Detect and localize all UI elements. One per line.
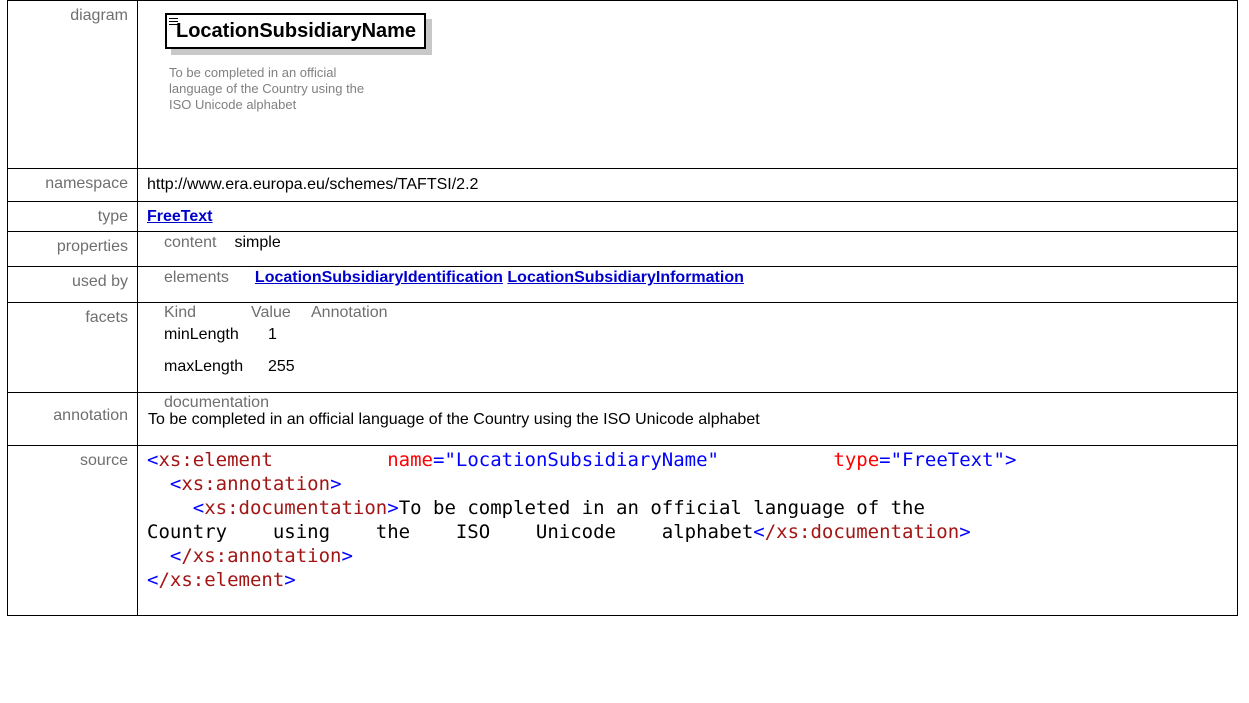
facet-row: maxLength 255	[164, 357, 1228, 377]
properties-key: content	[164, 234, 217, 251]
diagram-cell: LocationSubsidiaryName To be completed i…	[137, 0, 1238, 169]
source-tag: xs:documentation	[204, 497, 388, 519]
used-by-key: elements	[164, 269, 229, 286]
label-annotation: annotation	[7, 392, 138, 446]
facets-header: Kind Value Annotation	[164, 305, 1228, 321]
facets-header-value: Value	[251, 304, 291, 321]
label-type: type	[7, 201, 138, 232]
facets-table: Kind Value Annotation minLength 1 maxLen…	[164, 305, 1228, 377]
used-by-row: elements LocationSubsidiaryIdentificatio…	[164, 269, 1228, 287]
source-attr: type	[833, 449, 880, 471]
label-facets: facets	[7, 302, 138, 393]
row-properties: properties content simple	[7, 231, 1238, 267]
row-annotation: annotation documentation To be completed…	[7, 392, 1238, 446]
element-box[interactable]: LocationSubsidiaryName	[165, 13, 427, 49]
diagram-doc-line: language of the Country using the	[169, 81, 365, 96]
row-source: source <xs:element name="LocationSubsidi…	[7, 445, 1238, 616]
source-tag: xs:element	[158, 449, 273, 471]
properties-value: simple	[234, 234, 281, 251]
row-type: type FreeText	[7, 201, 1238, 232]
facet-kind: maxLength	[164, 358, 244, 375]
used-by-link-information[interactable]: LocationSubsidiaryInformation	[507, 269, 743, 286]
row-diagram: diagram LocationSubsidiaryName To be com…	[7, 0, 1238, 169]
diagram-doc-line: To be completed in an official	[169, 65, 337, 80]
label-namespace: namespace	[7, 168, 138, 202]
source-tag: /xs:element	[158, 569, 285, 591]
label-source: source	[7, 445, 138, 616]
element-diagram: LocationSubsidiaryName To be completed i…	[165, 13, 1228, 113]
label-used-by: used by	[7, 266, 138, 303]
facets-header-kind: Kind	[164, 304, 197, 321]
label-properties: properties	[7, 231, 138, 267]
source-tag: /xs:annotation	[181, 545, 342, 567]
source-tag: /xs:documentation	[764, 521, 960, 543]
diagram-doc-line: ISO Unicode alphabet	[169, 97, 297, 112]
source-tag: xs:annotation	[181, 473, 331, 495]
source-text: To be completed in an official language …	[398, 497, 925, 519]
source-attr-value: "FreeText"	[890, 449, 1005, 471]
facets-header-annotation: Annotation	[311, 304, 388, 321]
row-used-by: used by elements LocationSubsidiaryIdent…	[7, 266, 1238, 303]
row-facets: facets Kind Value Annotation minLength 1…	[7, 302, 1238, 393]
annotation-text: To be completed in an official language …	[148, 411, 760, 428]
row-namespace: namespace http://www.era.europa.eu/schem…	[7, 168, 1238, 202]
label-diagram: diagram	[7, 0, 138, 169]
facet-kind: minLength	[164, 326, 239, 343]
facet-value: 255	[268, 358, 295, 375]
source-code: <xs:element name="LocationSubsidiaryName…	[147, 449, 1017, 591]
type-link-freetext[interactable]: FreeText	[147, 208, 213, 225]
source-attr-value: "LocationSubsidiaryName"	[444, 449, 719, 471]
namespace-value: http://www.era.europa.eu/schemes/TAFTSI/…	[137, 168, 1238, 202]
source-attr: name	[387, 449, 433, 471]
element-box-doc: To be completed in an official language …	[169, 65, 469, 113]
properties-row: content simple	[164, 234, 1228, 252]
element-lines-icon	[169, 18, 178, 27]
facet-value: 1	[268, 326, 277, 343]
source-text: Country using the ISO Unicode alphabet	[147, 521, 754, 543]
element-box-name: LocationSubsidiaryName	[176, 20, 417, 42]
facet-row: minLength 1	[164, 325, 1228, 345]
schema-doc-table: diagram LocationSubsidiaryName To be com…	[7, 0, 1238, 616]
annotation-key: documentation	[164, 394, 269, 411]
used-by-link-identification[interactable]: LocationSubsidiaryIdentification	[255, 269, 503, 286]
